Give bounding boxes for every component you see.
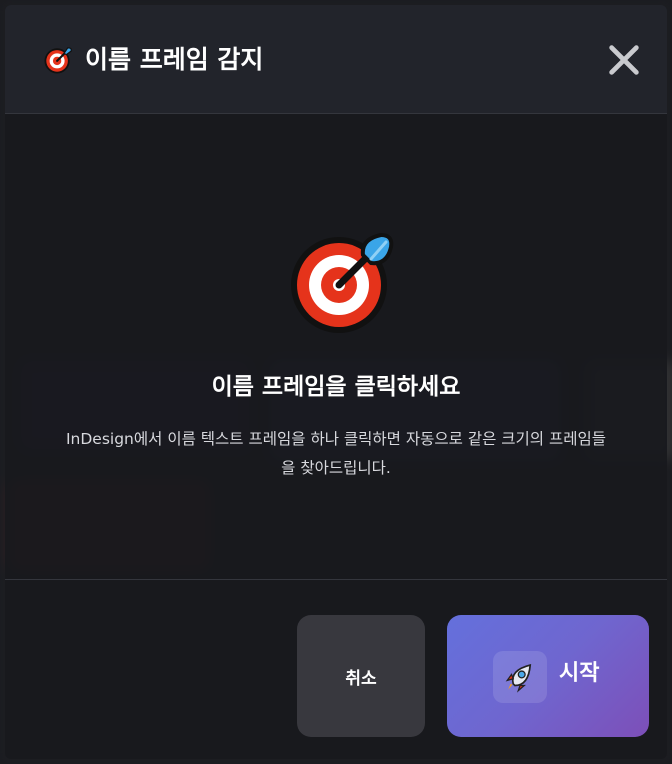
close-icon[interactable] bbox=[605, 41, 643, 79]
dialog-header: 이름 프레임 감지 bbox=[5, 5, 667, 114]
start-button[interactable]: 시작 bbox=[447, 615, 649, 737]
detect-name-frame-dialog: 이름 프레임 감지 이름 프레임을 클릭하세요 InDesign에서 이름 텍스… bbox=[5, 5, 667, 759]
target-icon bbox=[44, 47, 72, 74]
cancel-button-label: 취소 bbox=[345, 668, 377, 689]
instruction-heading: 이름 프레임을 클릭하세요 bbox=[211, 374, 461, 400]
cancel-button[interactable]: 취소 bbox=[297, 615, 425, 737]
instruction-description: InDesign에서 이름 텍스트 프레임을 하나 클릭하면 자동으로 같은 크… bbox=[65, 430, 607, 477]
rocket-icon bbox=[493, 651, 547, 703]
dialog-title: 이름 프레임 감지 bbox=[85, 45, 264, 74]
footer-divider bbox=[5, 579, 667, 580]
target-icon bbox=[291, 232, 394, 333]
start-button-label: 시작 bbox=[559, 661, 600, 686]
